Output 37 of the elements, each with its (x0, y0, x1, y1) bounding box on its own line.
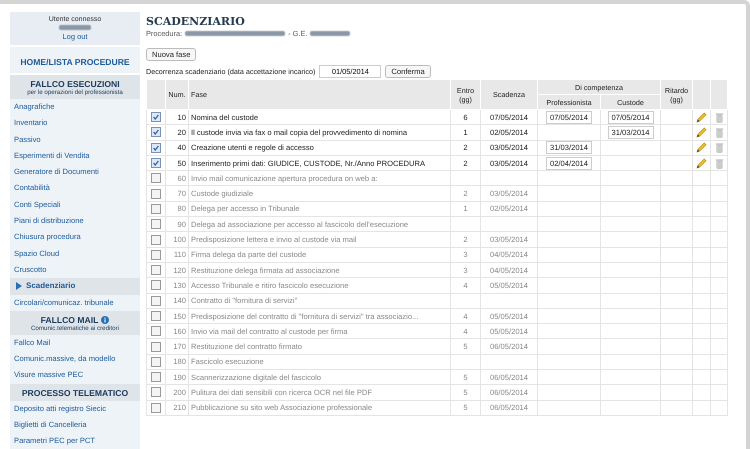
row-checkbox[interactable] (151, 204, 161, 214)
row-checkbox[interactable] (151, 142, 161, 153)
pencil-icon[interactable] (696, 158, 708, 169)
row-checkbox[interactable] (151, 356, 161, 367)
section-title: FALLCO MAIL (40, 314, 98, 325)
row-checkbox[interactable] (151, 280, 161, 290)
section-title: FALLCO ESECUZIONI (30, 79, 120, 89)
row-checkbox[interactable] (151, 158, 161, 168)
row-checkbox[interactable] (151, 112, 161, 122)
row-checkbox[interactable] (151, 188, 161, 199)
row-checkbox[interactable] (151, 402, 161, 413)
trash-icon[interactable] (714, 112, 725, 123)
row-checkbox[interactable] (151, 296, 161, 306)
pencil-icon[interactable] (696, 126, 708, 138)
redacted-name (59, 25, 91, 30)
row-checkbox[interactable] (151, 219, 161, 230)
row-checkbox[interactable] (151, 250, 161, 260)
row-checkbox[interactable] (151, 265, 161, 276)
pencil-icon[interactable] (696, 142, 708, 154)
row-checkbox[interactable] (151, 326, 161, 336)
row-checkbox[interactable] (151, 342, 161, 352)
row-checkbox[interactable] (151, 372, 161, 382)
row-checkbox[interactable] (151, 234, 161, 245)
trash-icon[interactable] (714, 158, 725, 169)
trash-icon[interactable] (714, 126, 725, 138)
page-title: SCADENZIARIO (146, 15, 246, 28)
row-checkbox[interactable] (151, 127, 161, 138)
info-icon[interactable] (101, 316, 110, 324)
section-title: PROCESSO TELEMATICO (22, 388, 128, 398)
pencil-icon[interactable] (696, 112, 708, 123)
row-checkbox[interactable] (151, 311, 161, 321)
row-checkbox[interactable] (151, 173, 161, 184)
triangle-icon (16, 282, 22, 290)
sidebar-item[interactable]: Scadenziario (10, 278, 140, 295)
row-checkbox[interactable] (151, 387, 161, 398)
redacted-text (310, 31, 350, 36)
trash-icon[interactable] (714, 142, 725, 154)
